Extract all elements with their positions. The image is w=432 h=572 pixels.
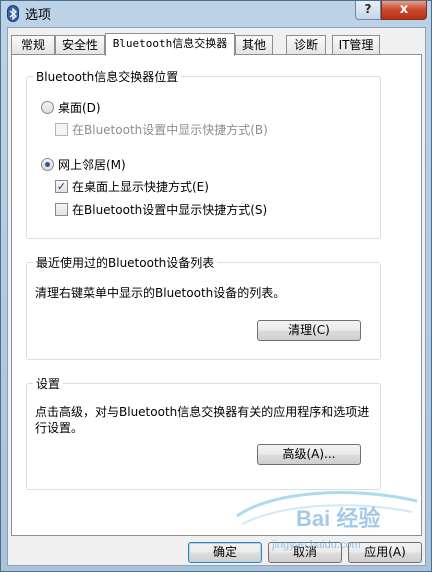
bluetooth-icon (7, 5, 19, 22)
ok-button[interactable]: 确定 (188, 542, 262, 563)
recent-devices-description: 清理右键菜单中显示的Bluetooth设备的列表。 (35, 286, 286, 300)
settings-group-title: 设置 (33, 375, 64, 392)
desktop-radio-label: 桌面(D) (58, 101, 101, 115)
tab-bluetooth-exchanger[interactable]: Bluetooth信息交换器 (105, 33, 235, 56)
tab-diagnostics[interactable]: 诊断 (286, 35, 326, 55)
recent-devices-group: 最近使用过的Bluetooth设备列表 清理右键菜单中显示的Bluetooth设… (26, 254, 381, 360)
network-option[interactable]: 网上邻居(M) (41, 156, 126, 173)
network-bt-shortcut-label: 在Bluetooth设置中显示快捷方式(S) (72, 203, 268, 217)
advanced-button[interactable]: 高级(A)... (257, 444, 361, 465)
desktop-bt-shortcut-option[interactable]: 在Bluetooth设置中显示快捷方式(B) (55, 121, 268, 138)
desktop-bt-shortcut-label: 在Bluetooth设置中显示快捷方式(B) (72, 123, 268, 137)
desktop-radio[interactable] (41, 101, 54, 114)
network-desktop-shortcut-checkbox[interactable]: ✓ (55, 180, 68, 193)
location-group-title: Bluetooth信息交换器位置 (33, 68, 182, 85)
network-radio[interactable] (41, 158, 54, 171)
desktop-bt-shortcut-checkbox[interactable] (55, 123, 68, 136)
desktop-option[interactable]: 桌面(D) (41, 99, 101, 116)
network-desktop-shortcut-label: 在桌面上显示快捷方式(E) (72, 180, 209, 194)
window-title: 选项 (25, 8, 52, 23)
tab-security[interactable]: 安全性 (55, 35, 105, 55)
settings-group: 设置 点击高级，对与Bluetooth信息交换器有关的应用程序和选项进行设置。 … (26, 375, 381, 490)
settings-description: 点击高级，对与Bluetooth信息交换器有关的应用程序和选项进行设置。 (35, 405, 370, 435)
recent-devices-group-title: 最近使用过的Bluetooth设备列表 (33, 254, 218, 271)
network-desktop-shortcut-option[interactable]: ✓ 在桌面上显示快捷方式(E) (55, 178, 209, 195)
apply-button[interactable]: 应用(A) (348, 542, 422, 563)
network-bt-shortcut-option[interactable]: 在Bluetooth设置中显示快捷方式(S) (55, 201, 267, 218)
tab-strip: 常规 安全性 Bluetooth信息交换器 其他 诊断 IT管理 (11, 33, 421, 56)
location-group: Bluetooth信息交换器位置 桌面(D) 在Bluetooth设置中显示快捷… (26, 68, 381, 239)
tab-general[interactable]: 常规 (11, 35, 55, 55)
title-bar[interactable]: 选项 ? x (1, 1, 431, 27)
tab-other[interactable]: 其他 (235, 35, 273, 55)
network-bt-shortcut-checkbox[interactable] (55, 203, 68, 216)
options-dialog: 选项 ? x 常规 安全性 Bluetooth信息交换器 其他 诊断 IT管理 … (0, 0, 432, 572)
dialog-client-area: 常规 安全性 Bluetooth信息交换器 其他 诊断 IT管理 Bluetoo… (7, 27, 426, 566)
help-button[interactable]: ? (355, 1, 381, 20)
close-button[interactable]: x (381, 1, 427, 20)
network-radio-label: 网上邻居(M) (58, 158, 126, 172)
tab-panel: Bluetooth信息交换器位置 桌面(D) 在Bluetooth设置中显示快捷… (11, 54, 422, 536)
tab-it-management[interactable]: IT管理 (332, 35, 380, 55)
cancel-button[interactable]: 取消 (268, 542, 342, 563)
clear-button[interactable]: 清理(C) (257, 320, 361, 341)
